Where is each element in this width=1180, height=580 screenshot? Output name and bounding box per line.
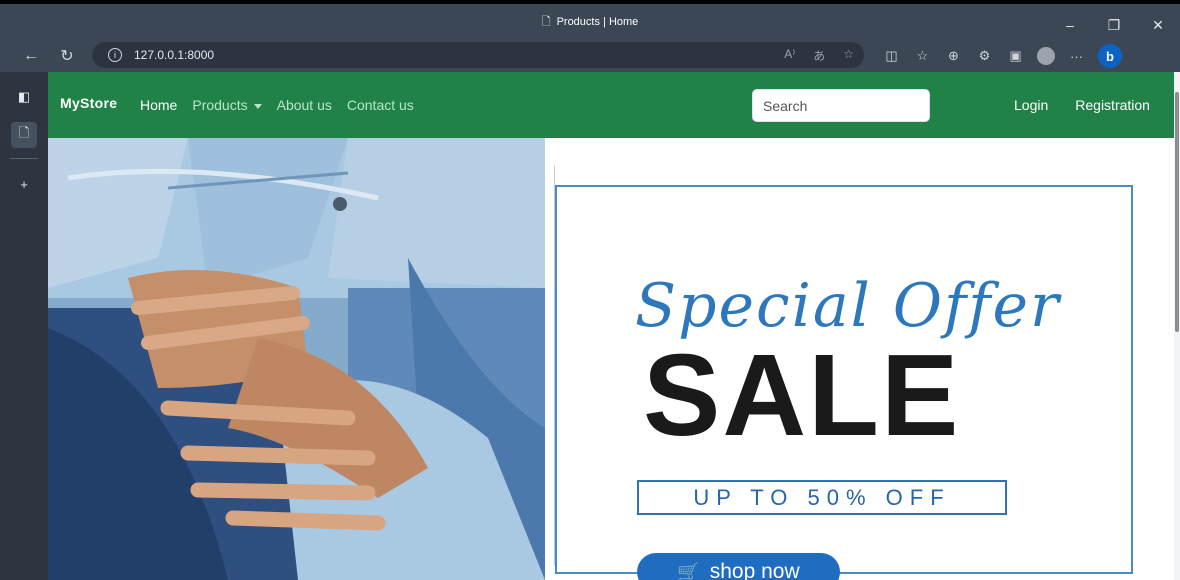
promo-frame: Special Offer SALE UP TO 50% OFF 🛒 shop … (555, 185, 1133, 580)
shopping-cart-icon: 🛒 (677, 561, 700, 580)
browser-toolbar: ← ↻ i 127.0.0.1:8000 A⁾ あ ☆ ◫ ☆ ⊕ ⚙ ▣ ··… (0, 40, 1180, 72)
web-page: MyStore Home Products About us Contact u… (48, 72, 1174, 580)
chevron-down-icon (253, 103, 262, 109)
extensions-icon[interactable]: ⚙ (969, 48, 1000, 64)
document-icon: 🗋 (541, 15, 551, 28)
site-navbar: MyStore Home Products About us Contact u… (48, 72, 1174, 138)
profile-avatar-icon[interactable] (1037, 47, 1055, 65)
nav-links: Home Products About us Contact us (140, 97, 414, 113)
shop-now-button[interactable]: 🛒 shop now (637, 553, 840, 580)
nav-products-label: Products (192, 97, 248, 113)
read-aloud-icon[interactable]: A⁾ (784, 47, 795, 64)
browser-window: 🗋 Products | Home – ❐ ✕ ← ↻ i 127.0.0.1:… (0, 0, 1180, 580)
vertical-tab-sidebar: ◧ 🗋 + (0, 72, 48, 580)
denim-hero-image (48, 138, 545, 580)
search-input[interactable] (752, 89, 930, 122)
favorites-icon[interactable]: ☆ (907, 48, 938, 64)
sale-heading: SALE (643, 330, 961, 460)
address-bar-actions: A⁾ あ ☆ (784, 47, 854, 64)
close-button[interactable]: ✕ (1136, 8, 1180, 42)
browser-essentials-icon[interactable]: ▣ (1000, 48, 1031, 64)
sidebar-divider (10, 158, 38, 159)
scrollbar-thumb[interactable] (1175, 92, 1179, 332)
site-info-icon[interactable]: i (108, 48, 122, 62)
split-screen-icon[interactable]: ◫ (876, 48, 907, 64)
nav-home[interactable]: Home (140, 97, 177, 113)
page-scrollbar[interactable] (1174, 72, 1180, 580)
minimize-button[interactable]: – (1048, 8, 1092, 42)
discount-box: UP TO 50% OFF (637, 480, 1007, 515)
more-icon[interactable]: ··· (1061, 49, 1092, 64)
shop-now-label: shop now (709, 560, 800, 580)
new-tab-plus-icon[interactable]: + (11, 171, 37, 197)
nav-products[interactable]: Products (192, 97, 262, 113)
collections-icon[interactable]: ⊕ (938, 48, 969, 64)
page-tab-icon[interactable]: 🗋 (11, 122, 37, 148)
promo-banner: Special Offer SALE UP TO 50% OFF 🛒 shop … (545, 138, 1174, 580)
auth-links: Login Registration (1014, 97, 1150, 113)
translate-icon[interactable]: あ (813, 47, 825, 64)
window-controls: – ❐ ✕ (1048, 8, 1180, 42)
bing-copilot-icon[interactable]: b (1098, 44, 1122, 68)
nav-contact[interactable]: Contact us (347, 97, 414, 113)
brand-logo[interactable]: MyStore (60, 95, 117, 111)
favorite-star-icon[interactable]: ☆ (843, 47, 854, 64)
address-bar[interactable]: i 127.0.0.1:8000 A⁾ あ ☆ (92, 42, 864, 68)
restore-button[interactable]: ❐ (1092, 8, 1136, 42)
title-bar: 🗋 Products | Home – ❐ ✕ (0, 0, 1180, 40)
denim-photo (48, 138, 545, 580)
login-link[interactable]: Login (1014, 97, 1048, 113)
registration-link[interactable]: Registration (1075, 97, 1150, 113)
discount-text: UP TO 50% OFF (693, 484, 951, 510)
back-arrow-icon[interactable]: ← (16, 41, 46, 71)
browser-tools: ◫ ☆ ⊕ ⚙ ▣ ··· b (876, 40, 1122, 72)
refresh-icon[interactable]: ↻ (52, 41, 82, 71)
tab-title: Products | Home (556, 16, 639, 28)
nav-about[interactable]: About us (277, 97, 332, 113)
tab-actions-icon[interactable]: ◧ (11, 84, 37, 110)
url-text[interactable]: 127.0.0.1:8000 (134, 48, 214, 62)
